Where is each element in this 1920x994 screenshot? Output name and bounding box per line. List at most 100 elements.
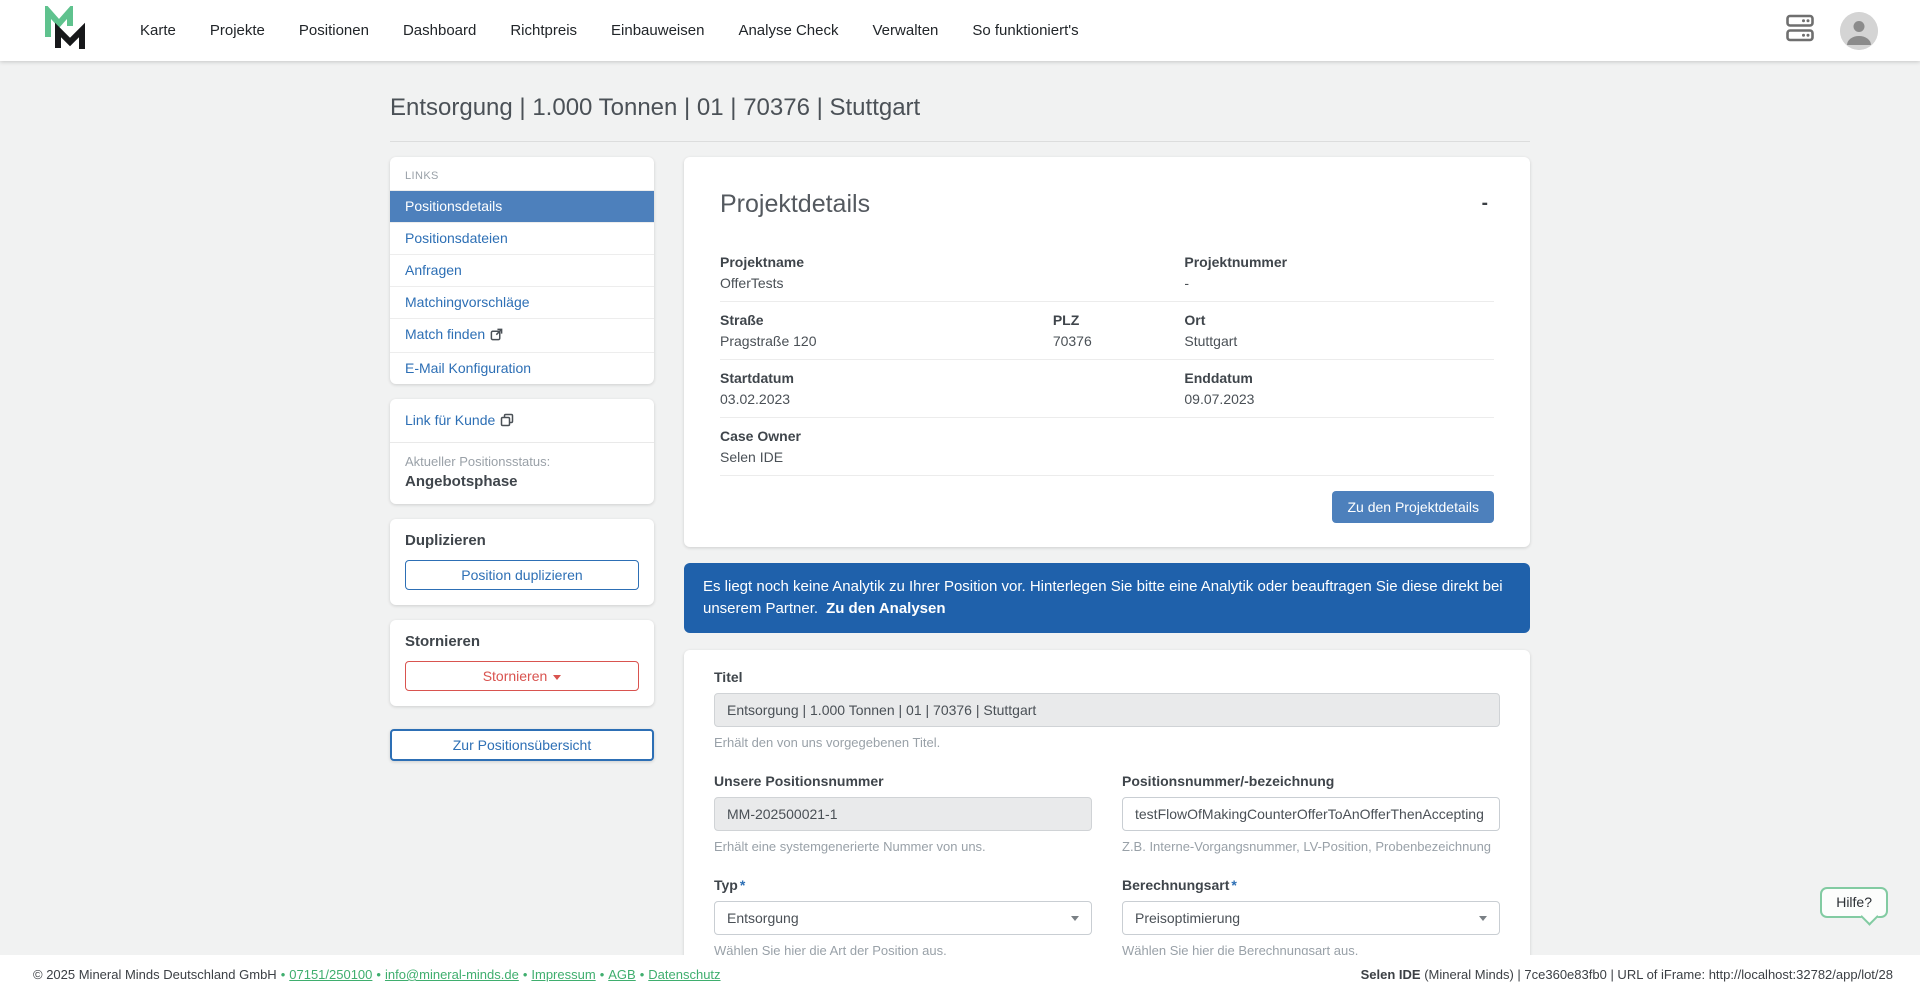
project-field-row: Straße Pragstraße 120 PLZ 70376 Ort Stut… xyxy=(720,302,1494,360)
zu-den-analysen-link[interactable]: Zu den Analysen xyxy=(826,600,945,617)
position-form-card: Titel Erhält den von uns vorgegebenen Ti… xyxy=(684,649,1530,994)
projektname-label: Projektname xyxy=(720,254,805,270)
footer-session-id: 7ce360e83fb0 xyxy=(1524,967,1607,982)
projektname-value: OfferTests xyxy=(720,275,784,291)
nav-analyse-check[interactable]: Analyse Check xyxy=(738,22,838,39)
required-asterisk: * xyxy=(739,876,746,893)
sidebar-item-positionsdateien[interactable]: Positionsdateien xyxy=(390,222,654,254)
strasse-label: Straße xyxy=(720,312,764,328)
ort-value: Stuttgart xyxy=(1184,333,1238,349)
collapse-card-button[interactable]: - xyxy=(1476,190,1494,217)
position-status-label: Aktueller Positionsstatus: xyxy=(405,454,551,469)
nav-projekte[interactable]: Projekte xyxy=(210,22,265,39)
server-stack-icon[interactable] xyxy=(1786,13,1814,48)
plz-label: PLZ xyxy=(1052,312,1080,328)
berechnungsart-label: Berechnungsart xyxy=(1122,876,1230,893)
sidebar: LINKS Positionsdetails Positionsdateien … xyxy=(390,157,654,761)
select-caret-icon xyxy=(1479,915,1487,921)
stornieren-dropdown-button[interactable]: Stornieren xyxy=(405,661,639,691)
case-owner-label: Case Owner xyxy=(720,428,801,444)
zur-positionsuebersicht-button[interactable]: Zur Positionsübersicht xyxy=(390,729,654,761)
links-heading: LINKS xyxy=(405,170,439,182)
nav-einbauweisen[interactable]: Einbauweisen xyxy=(611,22,704,39)
sidebar-item-email-konfiguration[interactable]: E-Mail Konfiguration xyxy=(390,352,654,384)
unsere-positionsnummer-input[interactable] xyxy=(714,796,1092,831)
project-field-row: Projektname OfferTests Projektnummer - xyxy=(720,244,1494,302)
hilfe-button[interactable]: Hilfe? xyxy=(1820,887,1888,918)
typ-select[interactable]: Entsorgung xyxy=(714,900,1092,935)
sidebar-item-matchingvorschlaege[interactable]: Matchingvorschläge xyxy=(390,286,654,318)
typ-label: Typ xyxy=(714,876,738,893)
analytik-info-banner: Es liegt noch keine Analytik zu Ihrer Po… xyxy=(684,563,1530,633)
berechnungsart-select[interactable]: Preisoptimierung xyxy=(1122,900,1500,935)
case-owner-value: Selen IDE xyxy=(720,449,784,465)
positionsnummer-input[interactable] xyxy=(1122,796,1500,831)
duplicate-heading: Duplizieren xyxy=(405,532,486,549)
titel-group: Titel Erhält den von uns vorgegebenen Ti… xyxy=(714,669,1500,750)
duplicate-card: Duplizieren Position duplizieren xyxy=(390,519,654,605)
cancel-heading: Stornieren xyxy=(405,633,481,650)
projektnummer-value: - xyxy=(1184,275,1190,291)
sidebar-item-match-finden[interactable]: Match finden xyxy=(390,318,654,352)
external-link-icon xyxy=(490,328,503,344)
select-caret-icon xyxy=(1071,915,1079,921)
nav-verwalten[interactable]: Verwalten xyxy=(873,22,939,39)
customer-link-card: Link für Kunde Aktueller Positionsstatus… xyxy=(390,399,654,504)
projektdetails-title: Projektdetails xyxy=(720,190,871,218)
footer-phone-link[interactable]: 07151/250100 xyxy=(289,967,372,982)
footer-session-info: Selen IDE (Mineral Minds) | 7ce360e83fb0… xyxy=(1360,967,1893,982)
nav-positionen[interactable]: Positionen xyxy=(299,22,369,39)
chevron-down-icon xyxy=(553,675,562,680)
footer: © 2025 Mineral Minds Deutschland GmbH • 07… xyxy=(0,955,1920,994)
nav-karte[interactable]: Karte xyxy=(140,22,176,39)
footer-iframe-url: | URL of iFrame: http://localhost:32782/… xyxy=(1606,967,1893,982)
banner-text: Es liegt noch keine Analytik zu Ihrer Po… xyxy=(703,578,1503,617)
positionsnummer-helper: Z.B. Interne-Vorgangsnummer, LV-Position… xyxy=(1122,838,1492,854)
enddatum-label: Enddatum xyxy=(1184,370,1253,386)
footer-left: © 2025 Mineral Minds Deutschland GmbH • 07… xyxy=(33,967,721,982)
sidebar-item-anfragen[interactable]: Anfragen xyxy=(390,254,654,286)
page-title: Entsorgung | 1.000 Tonnen | 01 | 70376 |… xyxy=(390,94,1530,142)
berechnungsart-group: Berechnungsart * Preisoptimierung Wählen … xyxy=(1122,877,1500,958)
positionsnummer-group: Positionsnummer/-bezeichnung Z.B. Intern… xyxy=(1122,773,1500,854)
cancel-card: Stornieren Stornieren xyxy=(390,620,654,706)
projektdetails-card: Projektdetails - Projektname OfferTests … xyxy=(684,157,1530,547)
top-nav-bar: Karte Projekte Positionen Dashboard Rich… xyxy=(0,0,1920,61)
zu-den-projektdetails-button[interactable]: Zu den Projektdetails xyxy=(1332,491,1494,523)
main-nav: Karte Projekte Positionen Dashboard Rich… xyxy=(140,22,1079,39)
footer-agb-link[interactable]: AGB xyxy=(608,967,635,982)
position-duplizieren-button[interactable]: Position duplizieren xyxy=(405,560,639,590)
nav-so-funktionierts[interactable]: So funktioniert's xyxy=(972,22,1078,39)
footer-datenschutz-link[interactable]: Datenschutz xyxy=(648,967,720,982)
ort-label: Ort xyxy=(1184,312,1206,328)
positionsnummer-label: Positionsnummer/-bezeichnung xyxy=(1122,772,1335,789)
link-fuer-kunde[interactable]: Link für Kunde xyxy=(405,412,639,430)
project-field-row: Startdatum 03.02.2023 Enddatum 09.07.202… xyxy=(720,360,1494,418)
position-status-value: Angebotsphase xyxy=(405,473,518,490)
copy-icon[interactable] xyxy=(500,413,514,430)
project-field-row: Case Owner Selen IDE xyxy=(720,418,1494,476)
typ-group: Typ * Entsorgung Wählen Sie hier die Art … xyxy=(714,877,1092,958)
links-card: LINKS Positionsdetails Positionsdateien … xyxy=(390,157,654,384)
plz-value: 70376 xyxy=(1052,333,1092,349)
nav-richtpreis[interactable]: Richtpreis xyxy=(510,22,577,39)
titel-helper: Erhält den von uns vorgegebenen Titel. xyxy=(714,734,941,750)
required-asterisk: * xyxy=(1231,876,1237,893)
projektnummer-label: Projektnummer xyxy=(1184,254,1288,270)
startdatum-value: 03.02.2023 xyxy=(720,391,791,407)
mineral-minds-logo-icon[interactable] xyxy=(42,3,92,55)
enddatum-value: 09.07.2023 xyxy=(1184,391,1255,407)
main-content: Projektdetails - Projektname OfferTests … xyxy=(684,157,1530,994)
unsere-positionsnummer-helper: Erhält eine systemgenerierte Nummer von … xyxy=(714,838,986,854)
unsere-positionsnummer-label: Unsere Positionsnummer xyxy=(714,772,884,789)
startdatum-label: Startdatum xyxy=(720,370,794,386)
nav-dashboard[interactable]: Dashboard xyxy=(403,22,476,39)
user-avatar-icon[interactable] xyxy=(1840,11,1878,50)
footer-user: Selen IDE xyxy=(1360,967,1421,982)
strasse-value: Pragstraße 120 xyxy=(720,333,817,349)
footer-email-link[interactable]: info@mineral-minds.de xyxy=(385,967,519,982)
sidebar-item-positionsdetails[interactable]: Positionsdetails xyxy=(390,190,654,222)
footer-copyright: © 2025 Mineral Minds Deutschland GmbH xyxy=(33,967,277,982)
titel-input[interactable] xyxy=(714,692,1500,727)
footer-impressum-link[interactable]: Impressum xyxy=(531,967,595,982)
